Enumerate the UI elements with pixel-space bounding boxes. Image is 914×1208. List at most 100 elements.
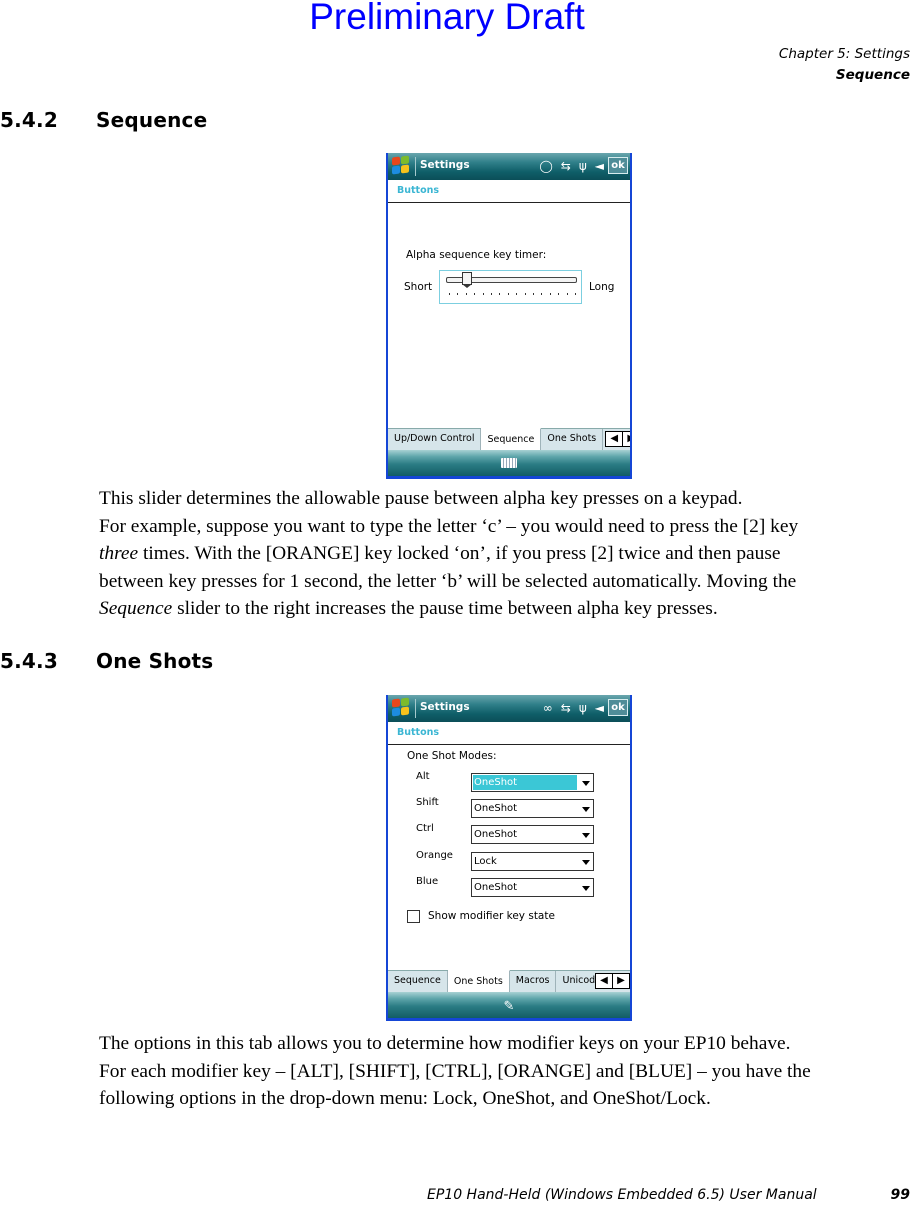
slider-tick: [465, 293, 467, 295]
title-bar: Settings ∞ ⇆ ψ ◄ ok: [388, 695, 630, 722]
ok-button[interactable]: ok: [608, 157, 628, 174]
paragraph-text: slider to the right increases the pause …: [177, 598, 718, 619]
slider-tick: [449, 293, 450, 295]
chevron-down-icon[interactable]: [582, 833, 590, 838]
tab-scroll-right-icon[interactable]: ▶: [622, 432, 630, 446]
chevron-down-icon[interactable]: [582, 781, 590, 786]
section-heading-sequence: 5.4.2 Sequence: [0, 108, 207, 132]
tab-one-shots[interactable]: One Shots: [541, 429, 604, 450]
tab-sequence[interactable]: Sequence: [481, 428, 542, 450]
ok-button[interactable]: ok: [608, 699, 628, 716]
alt-mode-dropdown[interactable]: OneShot: [471, 773, 594, 792]
speaker-icon[interactable]: ◄: [595, 700, 604, 716]
chevron-down-icon[interactable]: [582, 860, 590, 865]
tab-sequence[interactable]: Sequence: [388, 971, 448, 992]
one-shots-description: The options in this tab allows you to de…: [99, 1030, 914, 1113]
input-pen-icon[interactable]: ✎: [504, 999, 515, 1014]
page-number: 99: [890, 1187, 910, 1203]
checkbox-label: Show modifier key state: [428, 910, 555, 922]
paragraph-line: three times. With the [ORANGE] key locke…: [99, 540, 914, 568]
slider-max-label: Long: [589, 281, 615, 293]
tab-scroll-right-icon[interactable]: ▶: [612, 974, 629, 988]
modifier-row-alt: Alt OneShot: [416, 771, 596, 793]
subheader-title: Buttons: [397, 727, 440, 738]
tab-scroll-arrows: ◀ ▶: [595, 973, 630, 989]
running-head-section: Sequence: [835, 67, 910, 83]
slider-ticks: [449, 293, 576, 297]
windows-start-icon[interactable]: [392, 155, 411, 176]
tab-scroll-left-icon[interactable]: ◀: [606, 432, 622, 446]
section-title: One Shots: [96, 649, 214, 673]
speaker-icon[interactable]: ◄: [595, 158, 604, 174]
modifier-label: Ctrl: [416, 823, 434, 834]
slider-tick: [566, 293, 568, 295]
ctrl-mode-dropdown[interactable]: OneShot: [471, 825, 594, 844]
dropdown-value: OneShot: [473, 775, 577, 790]
shift-mode-dropdown[interactable]: OneShot: [471, 799, 594, 818]
tab-scroll-arrows: ◀ ▶: [605, 431, 630, 447]
sync-arrows-icon[interactable]: ⇆: [561, 700, 571, 716]
subheader-title: Buttons: [397, 185, 440, 196]
section-title: Sequence: [96, 108, 208, 132]
emphasis-three: three: [99, 543, 139, 564]
dropdown-value: Lock: [474, 856, 497, 867]
tab-one-shots[interactable]: One Shots: [447, 970, 510, 992]
subheader: Buttons: [388, 722, 630, 745]
section-number: 5.4.3: [0, 649, 58, 673]
title-bar: Settings ◯ ⇆ ψ ◄ ok: [388, 153, 630, 180]
slider-tick: [575, 293, 576, 295]
modifier-label: Shift: [416, 797, 439, 808]
tab-bar: Sequence One Shots Macros Unicode M ◀ ▶: [388, 970, 630, 992]
modifier-label: Blue: [416, 876, 439, 887]
tab-up-down-control[interactable]: Up/Down Control: [388, 429, 482, 450]
paragraph-line: Sequence slider to the right increases t…: [99, 595, 914, 623]
tab-unicode-mapping[interactable]: Unicode M: [556, 971, 595, 992]
modifier-row-shift: Shift OneShot: [416, 797, 596, 819]
soft-input-bar: [388, 450, 630, 476]
paragraph-line: This slider determines the allowable pau…: [99, 488, 743, 509]
sync-arrows-icon[interactable]: ⇆: [561, 158, 571, 174]
emphasis-sequence: Sequence: [99, 598, 173, 619]
signal-icon[interactable]: ψ: [579, 158, 587, 174]
slider-tick: [474, 293, 476, 295]
soft-input-bar: ✎: [388, 992, 630, 1018]
section-number: 5.4.2: [0, 108, 58, 132]
one-shot-modes-title: One Shot Modes:: [407, 750, 497, 762]
signal-icon[interactable]: ψ: [579, 700, 587, 716]
slider-tick: [541, 293, 543, 295]
slider-tick: [524, 293, 526, 295]
voicemail-icon[interactable]: ∞: [543, 700, 553, 716]
slider-tick: [558, 293, 560, 295]
speech-bubble-icon[interactable]: ◯: [539, 158, 552, 174]
tab-macros[interactable]: Macros: [510, 971, 557, 992]
sequence-settings-screenshot: Settings ◯ ⇆ ψ ◄ ok Buttons Alpha sequen…: [386, 153, 632, 479]
paragraph-line: between key presses for 1 second, the le…: [99, 570, 797, 592]
windows-start-icon[interactable]: [392, 697, 411, 718]
tab-bar: Up/Down Control Sequence One Shots ◀ ▶: [388, 428, 630, 450]
slider-tick: [516, 293, 518, 295]
dropdown-value: OneShot: [474, 882, 518, 893]
running-head-chapter: Chapter 5: Settings: [778, 46, 910, 62]
slider-tick: [457, 293, 459, 295]
orange-mode-dropdown[interactable]: Lock: [471, 852, 594, 871]
sequence-timer-slider[interactable]: [439, 270, 582, 304]
paragraph-line: following options in the drop-down menu:…: [99, 1088, 711, 1109]
running-head: Chapter 5: Settings Sequence: [779, 44, 910, 86]
modifier-row-blue: Blue OneShot: [416, 876, 596, 898]
chevron-down-icon[interactable]: [582, 886, 590, 891]
slider-tick: [491, 293, 492, 295]
keyboard-icon[interactable]: [501, 458, 517, 468]
sequence-description: This slider determines the allowable pau…: [99, 485, 914, 623]
slider-tick: [507, 293, 509, 295]
blue-mode-dropdown[interactable]: OneShot: [471, 878, 594, 897]
dropdown-value: OneShot: [474, 829, 518, 840]
chevron-down-icon[interactable]: [582, 807, 590, 812]
modifier-row-orange: Orange Lock: [416, 850, 596, 872]
tab-scroll-left-icon[interactable]: ◀: [596, 974, 612, 988]
slider-tick: [549, 293, 551, 295]
slider-tick: [533, 293, 534, 295]
slider-thumb[interactable]: [461, 272, 472, 288]
slider-tick: [482, 293, 484, 295]
preliminary-draft-watermark: Preliminary Draft: [309, 0, 585, 37]
show-modifier-key-state-checkbox[interactable]: [407, 910, 420, 923]
